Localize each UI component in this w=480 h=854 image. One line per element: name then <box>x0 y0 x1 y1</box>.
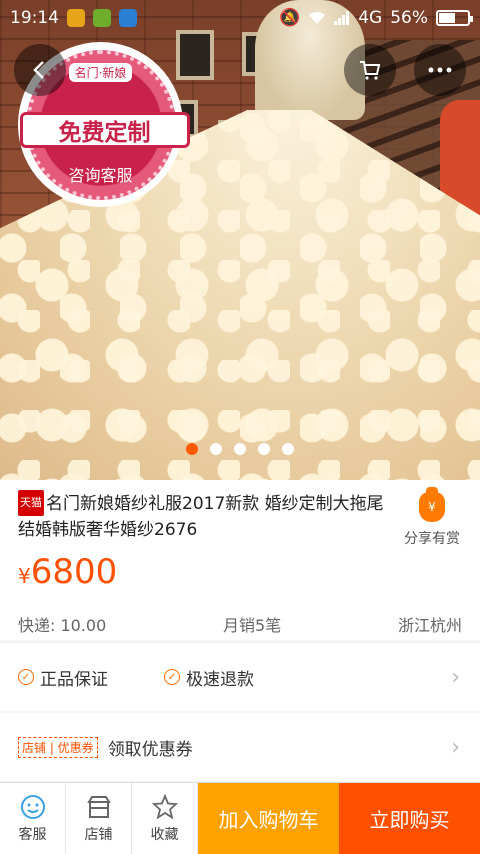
shop-button[interactable]: 店铺 <box>66 783 132 854</box>
wifi-icon <box>309 11 326 24</box>
notification-app-icon <box>119 9 137 27</box>
battery-icon <box>436 10 473 26</box>
more-dots-icon <box>428 67 452 73</box>
guarantee-authentic: ✓ 正品保证 <box>18 665 108 690</box>
product-price: ¥6800 <box>18 552 117 592</box>
seal-brand-logo: 名门·新娘 <box>68 63 133 82</box>
check-circle-icon: ✓ <box>18 669 34 685</box>
customer-service-icon <box>20 794 45 819</box>
favorite-button[interactable]: 收藏 <box>132 783 198 854</box>
product-title: 天猫 名门新娘婚纱礼服2017新款 婚纱定制大拖尾结婚韩版奢华婚纱2676 <box>18 490 388 543</box>
carousel-dot <box>234 443 246 455</box>
buy-now-button[interactable]: 立即购买 <box>339 783 480 854</box>
add-to-cart-button[interactable]: 加入购物车 <box>198 783 339 854</box>
shop-coupon-tag: 店铺 | 优惠券 <box>18 736 98 758</box>
product-meta: 快递: 10.00 月销5笔 浙江杭州 <box>18 612 462 636</box>
tmall-badge: 天猫 <box>18 490 44 516</box>
price-value: 6800 <box>30 552 118 592</box>
guarantee-refund-label: 极速退款 <box>186 669 254 690</box>
get-coupon-label: 领取优惠券 <box>107 739 193 760</box>
more-options-button[interactable] <box>414 44 466 96</box>
cart-button[interactable] <box>344 44 396 96</box>
shopping-cart-icon <box>360 61 381 80</box>
seal-main-text: 免费定制 <box>19 111 190 148</box>
notification-app-icon <box>67 9 85 27</box>
share-reward-button[interactable]: ¥ 分享有赏 <box>400 487 464 548</box>
signal-icon <box>334 11 350 25</box>
network-type: 4G <box>358 8 383 28</box>
shop-label: 店铺 <box>84 826 113 843</box>
coupon-row[interactable]: 店铺 | 优惠券 领取优惠券 › <box>0 713 480 781</box>
price-currency: ¥ <box>18 564 31 588</box>
carousel-indicator <box>186 443 294 455</box>
customer-service-label: 客服 <box>18 826 47 843</box>
money-bag-icon: ¥ <box>419 487 445 522</box>
carousel-dot-active <box>186 443 198 455</box>
star-icon <box>151 793 178 819</box>
status-time: 19:14 <box>10 8 59 28</box>
ship-from-location: 浙江杭州 <box>397 616 462 635</box>
shop-icon <box>86 795 111 818</box>
notification-app-icon <box>93 9 111 27</box>
back-button[interactable] <box>14 44 66 96</box>
guarantee-authentic-label: 正品保证 <box>40 669 108 690</box>
check-circle-icon: ✓ <box>164 669 180 685</box>
mute-icon: 🔕 <box>279 8 301 28</box>
favorite-label: 收藏 <box>150 826 179 843</box>
share-reward-label: 分享有赏 <box>404 531 460 547</box>
guarantee-fast-refund: ✓ 极速退款 <box>164 665 254 690</box>
monthly-sales: 月销5笔 <box>223 616 282 635</box>
chevron-right-icon: › <box>451 734 460 760</box>
carousel-dot <box>210 443 222 455</box>
product-title-text: 名门新娘婚纱礼服2017新款 婚纱定制大拖尾结婚韩版奢华婚纱2676 <box>18 494 384 540</box>
carousel-dot <box>282 443 294 455</box>
customer-service-button[interactable]: 客服 <box>0 783 66 854</box>
chevron-right-icon: › <box>451 664 460 690</box>
battery-percent: 56% <box>390 8 428 28</box>
chevron-left-icon <box>33 61 44 79</box>
product-image-carousel[interactable]: 名门·新娘 免费定制 咨询客服 <box>0 0 480 480</box>
bottom-action-bar: 客服 店铺 收藏 加入购物车 立即购买 <box>0 782 480 854</box>
carousel-dot <box>258 443 270 455</box>
service-guarantee-row[interactable]: ✓ 正品保证 ✓ 极速退款 › <box>0 643 480 711</box>
product-info-section: 天猫 名门新娘婚纱礼服2017新款 婚纱定制大拖尾结婚韩版奢华婚纱2676 ¥ 分… <box>0 480 480 640</box>
status-bar: 19:14 🔕 4G 56% <box>0 0 480 36</box>
seal-sub-text: 咨询客服 <box>68 166 133 185</box>
shipping-fee: 快递: 10.00 <box>18 616 107 635</box>
wall-picture-frame <box>176 30 214 80</box>
